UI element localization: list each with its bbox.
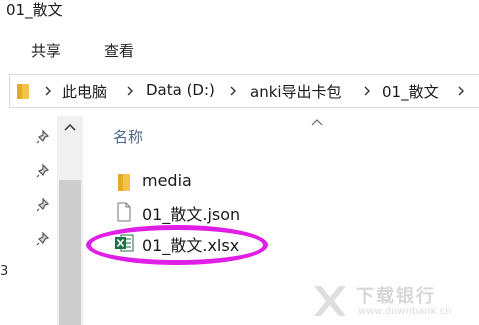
chevron-right-icon[interactable] (456, 84, 466, 98)
pin-icon[interactable] (36, 130, 50, 144)
chevron-up-icon[interactable] (63, 122, 77, 132)
address-bar[interactable]: 此电脑 Data (D:) anki导出卡包 01_散文 (9, 74, 479, 108)
watermark-url: www.downbank.cn (358, 306, 452, 317)
breadcrumb-current-folder[interactable]: 01_散文 (382, 81, 439, 102)
chevron-right-icon[interactable] (228, 84, 238, 98)
pin-icon[interactable] (36, 232, 50, 246)
truncated-label: 3 (0, 264, 9, 279)
pin-icon[interactable] (36, 164, 50, 178)
sort-up-icon (311, 119, 323, 126)
downbank-logo-icon (314, 286, 346, 316)
folder-icon (17, 84, 29, 99)
file-name: 01_散文.json (142, 205, 241, 224)
breadcrumb-data-drive[interactable]: Data (D:) (146, 81, 215, 99)
document-icon (117, 202, 131, 222)
tab-share[interactable]: 共享 (31, 40, 61, 61)
pin-icon[interactable] (36, 198, 50, 212)
ribbon: 共享 查看 (0, 36, 479, 62)
chevron-right-icon[interactable] (362, 84, 372, 98)
nav-scrollbar[interactable] (57, 116, 83, 325)
highlight-annotation (86, 225, 268, 265)
breadcrumb-this-pc[interactable]: 此电脑 (62, 81, 107, 102)
chevron-right-icon[interactable] (125, 84, 135, 98)
breadcrumb-anki-export[interactable]: anki导出卡包 (250, 81, 342, 102)
watermark-text: 下载银行 (356, 286, 436, 307)
folder-icon (118, 174, 130, 191)
chevron-right-icon[interactable] (43, 84, 53, 98)
tab-view[interactable]: 查看 (104, 40, 134, 61)
watermark: 下载银行 www.downbank.cn (312, 282, 472, 322)
column-header-name[interactable]: 名称 (113, 126, 143, 147)
window-title: 01_散文 (6, 1, 63, 19)
scroll-thumb[interactable] (59, 180, 81, 325)
file-name: media (142, 171, 192, 190)
